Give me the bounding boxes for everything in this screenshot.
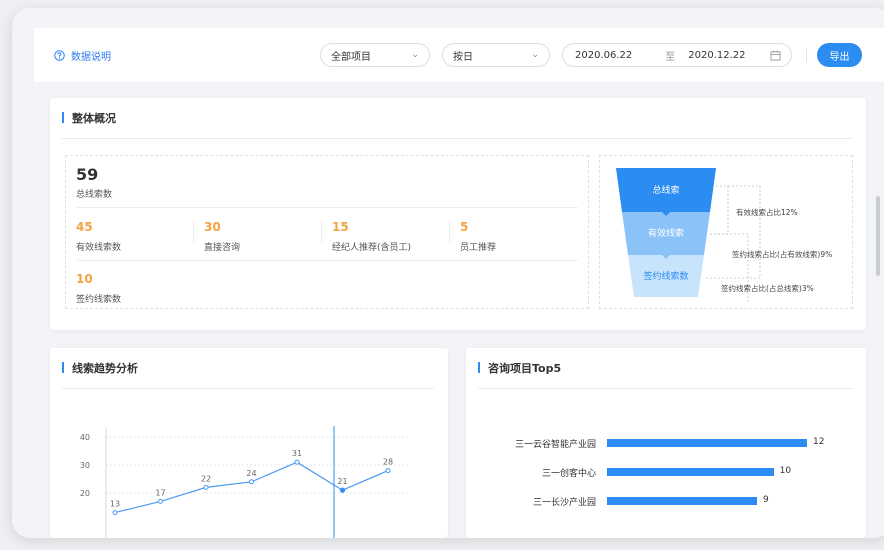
divider	[193, 220, 194, 244]
trend-data-label: 21	[337, 477, 347, 486]
conversion-funnel: 总线索 有效线索 签约线索数 有效线索占比12% 签约线索占比(占有效线索)9%…	[599, 155, 853, 309]
top5-card: 咨询项目Top5 三一云谷智能产业园 12 三一创客中心 10 三一长沙产业园 9	[466, 348, 866, 538]
divider	[62, 138, 852, 139]
top5-bar-chart: 三一云谷智能产业园 12 三一创客中心 10 三一长沙产业园 9	[466, 348, 866, 538]
trend-data-label: 17	[155, 488, 165, 497]
signed-leads-label: 签约线索数	[76, 295, 122, 305]
direct-consult-label: 直接咨询	[204, 243, 241, 253]
divider	[76, 207, 578, 208]
top5-category-label: 三一云谷智能产业园	[514, 440, 596, 450]
direct-consult-value: 30	[204, 220, 221, 234]
trend-point[interactable]	[112, 510, 118, 516]
funnel-note-valid: 有效线索占比12%	[736, 207, 798, 217]
chevron-down-icon: ⌄	[531, 50, 539, 60]
app-window: 数据说明 全部项目 ⌄ 按日 ⌄ 2020.06.22 至 2020.12.22…	[12, 8, 884, 538]
top5-bar[interactable]	[607, 439, 807, 447]
trend-point[interactable]	[339, 487, 346, 493]
trend-point[interactable]	[203, 484, 209, 490]
top5-category-label: 三一创客中心	[541, 469, 596, 479]
trend-card: 线索趋势分析 40 30 20 13 17 22 24 31 21 28	[50, 348, 448, 538]
date-from[interactable]: 2020.06.22	[575, 50, 632, 61]
y-tick-label: 40	[80, 433, 90, 442]
top5-bar-value: 12	[813, 437, 825, 447]
funnel-note-signed-of-total: 签约线索占比(占总线索)3%	[721, 283, 814, 293]
divider	[321, 220, 322, 244]
period-select-value: 按日	[453, 51, 473, 63]
project-select[interactable]: 全部项目 ⌄	[320, 43, 430, 67]
overview-title: 整体概况	[62, 110, 116, 126]
project-select-value: 全部项目	[331, 51, 371, 63]
toolbar-divider	[806, 48, 807, 62]
top5-bar-value: 10	[779, 466, 792, 476]
valid-leads-label: 有效线索数	[76, 243, 122, 253]
scrollbar-thumb[interactable]	[876, 196, 880, 276]
staff-referral-label: 员工推荐	[460, 243, 497, 253]
trend-data-label: 13	[110, 500, 120, 509]
trend-data-label: 31	[292, 449, 302, 458]
top5-bar[interactable]	[607, 497, 757, 505]
date-separator: 至	[665, 51, 676, 63]
period-select[interactable]: 按日 ⌄	[442, 43, 550, 67]
trend-point[interactable]	[249, 479, 254, 485]
date-range-picker[interactable]: 2020.06.22 至 2020.12.22	[562, 43, 792, 67]
y-tick-label: 30	[80, 461, 90, 470]
trend-point[interactable]	[294, 459, 300, 465]
y-tick-label: 20	[80, 489, 90, 498]
export-button[interactable]: 导出	[817, 43, 862, 67]
top5-bar[interactable]	[607, 468, 774, 476]
date-to[interactable]: 2020.12.22	[688, 50, 745, 61]
question-circle-icon	[54, 50, 65, 61]
valid-leads-value: 45	[76, 220, 93, 234]
trend-chart[interactable]: 40 30 20 13 17 22 24 31 21 28	[50, 348, 448, 538]
divider	[449, 220, 450, 244]
agent-referral-label: 经纪人推荐(含员工)	[332, 243, 412, 253]
calendar-icon	[770, 50, 781, 61]
total-leads-value: 59	[76, 165, 99, 184]
chevron-down-icon: ⌄	[411, 50, 419, 60]
top5-bar-value: 9	[763, 495, 769, 505]
filter-toolbar: 数据说明 全部项目 ⌄ 按日 ⌄ 2020.06.22 至 2020.12.22…	[34, 28, 884, 82]
funnel-label-valid: 有效线索	[648, 227, 684, 239]
funnel-label-signed: 签约线索数	[643, 270, 688, 282]
trend-point[interactable]	[158, 498, 163, 504]
trend-data-label: 22	[201, 474, 211, 483]
data-help-link[interactable]: 数据说明	[54, 48, 111, 63]
signed-leads-value: 10	[76, 272, 93, 286]
overview-stats: 59 总线索数 45 有效线索数 30 直接咨询 15 经纪人推荐(含员工) 5…	[65, 155, 589, 309]
agent-referral-value: 15	[332, 220, 349, 234]
trend-point[interactable]	[385, 468, 391, 474]
top5-category-label: 三一长沙产业园	[532, 498, 596, 508]
overview-card: 整体概况 59 总线索数 45 有效线索数 30 直接咨询 15 经纪人推荐(含…	[50, 98, 866, 330]
funnel-label-total: 总线索	[652, 184, 679, 196]
total-leads-label: 总线索数	[76, 190, 113, 200]
staff-referral-value: 5	[460, 220, 469, 234]
divider	[76, 260, 578, 261]
data-help-label: 数据说明	[71, 52, 111, 63]
funnel-note-signed-of-valid: 签约线索占比(占有效线索)9%	[732, 249, 832, 259]
trend-data-label: 28	[383, 458, 393, 467]
trend-data-label: 24	[246, 469, 256, 478]
